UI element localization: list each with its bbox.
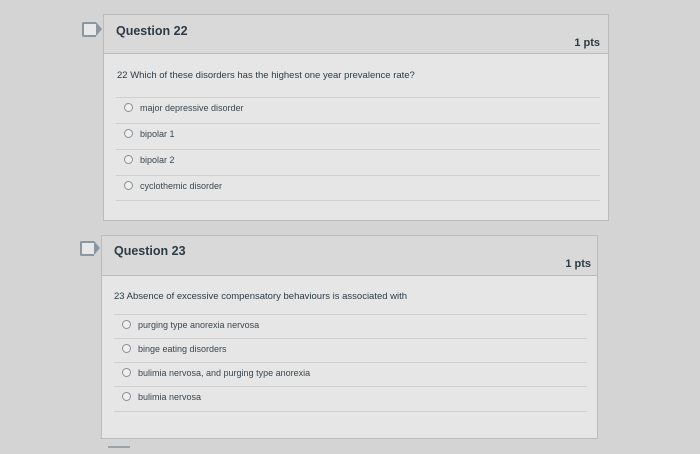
question-card-22: Question 22 1 pts 22 Which of these diso… [103,14,609,221]
radio-button[interactable] [122,320,131,329]
question-points: 1 pts [574,37,600,49]
question-header: Question 23 1 pts [102,236,597,276]
question-card-23: Question 23 1 pts 23 Absence of excessiv… [101,235,598,439]
bookmark-icon[interactable] [80,241,100,256]
answer-label: purging type anorexia nervosa [138,320,260,330]
next-card-edge [108,446,130,448]
radio-button[interactable] [124,129,133,138]
question-text: 23 Absence of excessive compensatory beh… [114,291,408,302]
answer-label: major depressive disorder [140,103,244,113]
answer-option[interactable]: bulimia nervosa [114,386,587,412]
question-header: Question 22 1 pts [104,15,608,54]
answer-label: cyclothemic disorder [140,181,223,191]
bookmark-icon[interactable] [82,22,102,37]
answer-option[interactable]: purging type anorexia nervosa [114,314,587,339]
answer-option[interactable]: binge eating disorders [114,338,587,363]
answer-option[interactable]: cyclothemic disorder [116,175,600,201]
radio-button[interactable] [124,155,133,164]
answer-label: bulimia nervosa [138,392,202,402]
question-title: Question 23 [114,244,186,258]
answer-option[interactable]: bipolar 1 [116,123,600,148]
answer-label: bipolar 1 [140,129,175,139]
answer-label: bipolar 2 [140,155,175,165]
radio-button[interactable] [122,368,131,377]
answer-option[interactable]: bipolar 2 [116,149,600,174]
answer-option[interactable]: bulimia nervosa, and purging type anorex… [114,362,587,387]
question-title: Question 22 [116,24,188,38]
answer-option[interactable]: major depressive disorder [116,97,600,122]
radio-button[interactable] [122,344,131,353]
radio-button[interactable] [124,103,133,112]
answer-label: bulimia nervosa, and purging type anorex… [138,368,311,378]
answer-label: binge eating disorders [138,344,227,354]
radio-button[interactable] [124,181,133,190]
question-text: 22 Which of these disorders has the high… [117,70,415,81]
question-points: 1 pts [565,258,591,270]
radio-button[interactable] [122,392,131,401]
